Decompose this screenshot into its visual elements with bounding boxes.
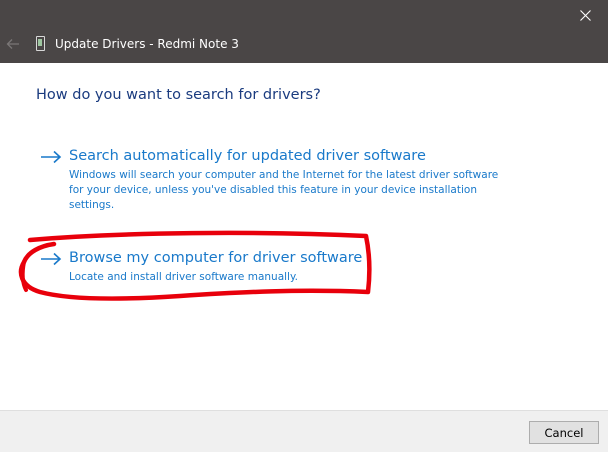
page-heading: How do you want to search for drivers? <box>36 87 321 103</box>
title-bar: Update Drivers - Redmi Note 3 <box>0 0 608 63</box>
option-description: Windows will search your computer and th… <box>69 169 499 211</box>
close-icon <box>579 9 591 21</box>
browse-computer-option[interactable]: Browse my computer for driver software L… <box>40 249 370 289</box>
red-hand-drawn-circle <box>18 230 372 301</box>
dialog-footer: Cancel <box>0 410 608 452</box>
arrow-right-icon <box>41 150 62 164</box>
close-button[interactable] <box>562 0 608 30</box>
option-title: Browse my computer for driver software <box>69 250 363 266</box>
window-title: Update Drivers - Redmi Note 3 <box>55 37 239 51</box>
option-title: Search automatically for updated driver … <box>69 148 426 164</box>
search-automatically-option[interactable]: Search automatically for updated driver … <box>40 147 510 217</box>
back-button[interactable] <box>4 34 22 54</box>
cancel-button[interactable]: Cancel <box>529 421 599 444</box>
phone-icon <box>36 36 45 51</box>
option-description: Locate and install driver software manua… <box>69 271 299 283</box>
arrow-right-icon <box>41 252 62 266</box>
back-arrow-icon <box>6 39 19 49</box>
